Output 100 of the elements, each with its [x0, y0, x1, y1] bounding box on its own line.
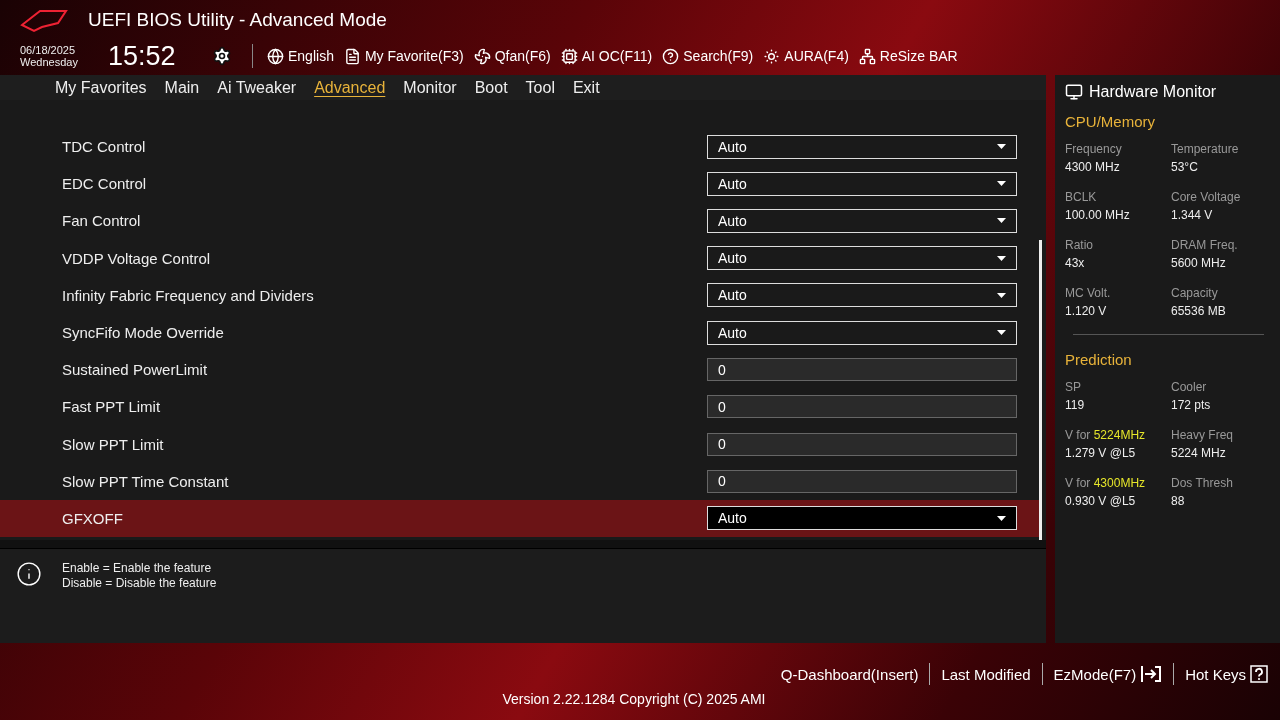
logo-icon: [20, 7, 70, 33]
setting-row[interactable]: VDDP Voltage Control Auto: [0, 239, 1039, 277]
scrollbar[interactable]: [1039, 240, 1042, 540]
setting-label: Fast PPT Limit: [62, 398, 161, 416]
caret-icon: [997, 330, 1006, 336]
footer-link[interactable]: Hot Keys: [1185, 665, 1268, 683]
panel-title: Hardware Monitor: [1089, 83, 1217, 101]
metric-value: 172 pts: [1171, 397, 1212, 414]
toolbar-button[interactable]: English: [267, 47, 334, 65]
metric-value: 5224 MHz: [1171, 445, 1227, 462]
footer-link[interactable]: Q-Dashboard(Insert): [780, 665, 919, 683]
info-icon: [16, 561, 42, 587]
metric-value: 1.344 V: [1171, 207, 1214, 224]
caret-icon: [997, 144, 1006, 150]
menu-tab[interactable]: My Favorites: [46, 78, 156, 97]
metric-value: 5600 MHz: [1171, 255, 1227, 272]
date: 06/18/2025: [20, 44, 77, 56]
setting-label: Slow PPT Limit: [62, 435, 164, 453]
dropdown[interactable]: Auto: [707, 208, 1017, 233]
menu-tab[interactable]: Ai Tweaker: [208, 78, 306, 97]
metric-value: 4300 MHz: [1065, 159, 1121, 176]
network-icon: [858, 47, 876, 65]
setting-row[interactable]: Fan Control Auto: [0, 202, 1039, 240]
metric-label: MC Volt.: [1065, 285, 1112, 302]
metric-value: 43x: [1065, 255, 1086, 272]
help-text: Enable = Enable the feature: [62, 561, 213, 576]
question-mark-icon: [1250, 665, 1268, 683]
toolbar-button[interactable]: ReSize BAR: [858, 47, 958, 65]
exit-arrow-icon: [1140, 665, 1163, 683]
toolbar-button[interactable]: Qfan(F6): [473, 47, 551, 65]
metric-label: Core Voltage: [1171, 189, 1242, 206]
menu-tab[interactable]: Boot: [465, 78, 517, 97]
toolbar-button[interactable]: My Favorite(F3): [343, 47, 464, 65]
input-field[interactable]: 0: [707, 395, 1017, 419]
setting-label: Slow PPT Time Constant: [62, 472, 229, 490]
input-field[interactable]: 0: [707, 432, 1017, 456]
dropdown[interactable]: Auto: [707, 246, 1017, 271]
caret-icon: [997, 218, 1006, 224]
dropdown[interactable]: Auto: [707, 283, 1017, 308]
metric-label: BCLK: [1065, 189, 1098, 206]
setting-row[interactable]: Infinity Fabric Frequency and Dividers Auto: [0, 276, 1039, 314]
metric-value: 1.120 V: [1065, 303, 1108, 320]
setting-label: Infinity Fabric Frequency and Dividers: [62, 286, 314, 304]
setting-label: Fan Control: [62, 212, 141, 230]
dropdown[interactable]: Auto: [707, 320, 1017, 345]
metric-value: 100.00 MHz: [1065, 207, 1131, 224]
setting-row[interactable]: Sustained PowerLimit 0: [0, 351, 1039, 389]
menu-tab[interactable]: Tool: [516, 78, 564, 97]
setting-label: GFXOFF: [62, 509, 123, 527]
chip-icon: [560, 47, 578, 65]
metric-label: Frequency: [1065, 141, 1123, 158]
menu-tab[interactable]: Main: [155, 78, 209, 97]
dropdown[interactable]: Auto: [707, 171, 1017, 196]
metric-label: Temperature: [1171, 141, 1240, 158]
section-title: CPU/Memory: [1065, 113, 1156, 130]
footer-link[interactable]: Last Modified: [941, 665, 1031, 683]
setting-row[interactable]: Slow PPT Limit 0: [0, 425, 1039, 463]
metric-value: 119: [1065, 397, 1086, 414]
metric-label: Capacity: [1171, 285, 1219, 302]
setting-row[interactable]: EDC Control Auto: [0, 165, 1039, 203]
setting-label: SyncFifo Mode Override: [62, 324, 224, 342]
metric-label: V for 4300MHz: [1065, 475, 1147, 492]
menu-tab[interactable]: Exit: [563, 78, 609, 97]
window-title: UEFI BIOS Utility - Advanced Mode: [88, 9, 387, 31]
help-text: Disable = Disable the feature: [62, 576, 217, 591]
metric-value: 65536 MB: [1171, 303, 1227, 320]
globe-icon: [267, 47, 284, 65]
clock-time: 15:52: [108, 40, 177, 72]
fan-icon: [473, 47, 491, 65]
metric-label: Cooler: [1171, 379, 1208, 396]
setting-row[interactable]: TDC Control Auto: [0, 128, 1039, 166]
metric-label: V for 5224MHz: [1065, 427, 1147, 444]
setting-label: Sustained PowerLimit: [62, 361, 208, 379]
toolbar-button[interactable]: AI OC(F11): [560, 47, 653, 65]
metric-label: Dos Thresh: [1171, 475, 1234, 492]
metric-value: 88: [1171, 493, 1186, 510]
menu-tab[interactable]: Monitor: [394, 78, 466, 97]
toolbar-button[interactable]: Search(F9): [662, 47, 754, 65]
toolbar-button[interactable]: AURA(F4): [763, 47, 849, 65]
weekday: Wednesday: [20, 56, 79, 68]
monitor-icon: [1065, 83, 1083, 101]
caret-icon: [997, 515, 1006, 521]
light-icon: [763, 47, 781, 65]
setting-row[interactable]: Slow PPT Time Constant 0: [0, 462, 1039, 500]
input-field[interactable]: 0: [707, 358, 1017, 382]
dropdown[interactable]: Auto: [707, 134, 1017, 159]
metric-label: DRAM Freq.: [1171, 237, 1239, 254]
caret-icon: [997, 292, 1006, 298]
selected-setting-row[interactable]: GFXOFF Auto: [0, 499, 1039, 538]
setting-label: TDC Control: [62, 138, 146, 156]
input-field[interactable]: 0: [707, 469, 1017, 493]
dropdown[interactable]: Auto: [707, 506, 1017, 531]
settings-icon[interactable]: [212, 46, 232, 66]
metric-label: SP: [1065, 379, 1082, 396]
version-text: Version 2.22.1284 Copyright (C) 2025 AMI: [502, 691, 766, 707]
footer-link[interactable]: EzMode(F7): [1053, 665, 1163, 683]
metric-value: 1.279 V @L5: [1065, 445, 1137, 462]
setting-row[interactable]: SyncFifo Mode Override Auto: [0, 313, 1039, 352]
setting-row[interactable]: Fast PPT Limit 0: [0, 388, 1039, 426]
menu-tab[interactable]: Advanced: [305, 78, 395, 97]
